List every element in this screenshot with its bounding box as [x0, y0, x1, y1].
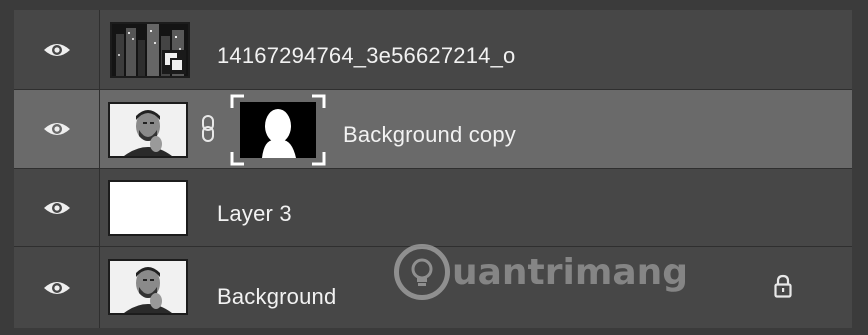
eye-icon[interactable] — [43, 199, 71, 217]
visibility-toggle[interactable] — [14, 90, 100, 168]
visibility-toggle[interactable] — [14, 169, 100, 246]
layer-thumbnail[interactable] — [110, 22, 190, 78]
chain-link-icon[interactable] — [200, 114, 218, 144]
portrait-photo-thumbnail — [110, 261, 186, 313]
layer-name[interactable]: 14167294764_3e56627214_o — [217, 43, 515, 69]
layer-thumbnail[interactable] — [108, 102, 188, 158]
eye-icon[interactable] — [43, 279, 71, 297]
layer-mask-thumbnail[interactable] — [230, 94, 326, 166]
watermark-text: uantrimang — [452, 251, 689, 293]
smart-object-badge-icon — [162, 50, 186, 74]
layer-thumbnail[interactable] — [108, 180, 188, 236]
layer-name[interactable]: Background — [217, 284, 336, 310]
layer-name[interactable]: Layer 3 — [217, 201, 292, 227]
watermark-logo: uantrimang — [394, 239, 688, 305]
portrait-photo-thumbnail — [110, 104, 186, 156]
mask-selection-brackets — [230, 94, 326, 166]
layer-row-layer-3[interactable]: Layer 3 — [14, 169, 852, 247]
visibility-toggle[interactable] — [14, 10, 100, 89]
layer-name[interactable]: Background copy — [343, 122, 516, 148]
lightbulb-icon — [394, 244, 450, 300]
visibility-toggle[interactable] — [14, 247, 100, 328]
layer-row-background-copy[interactable]: Background copy — [14, 90, 852, 169]
layer-thumbnail[interactable] — [108, 259, 188, 315]
layer-row-smart-object[interactable]: 14167294764_3e56627214_o — [14, 10, 852, 90]
eye-icon[interactable] — [43, 41, 71, 59]
eye-icon[interactable] — [43, 120, 71, 138]
lock-icon[interactable] — [774, 274, 792, 298]
